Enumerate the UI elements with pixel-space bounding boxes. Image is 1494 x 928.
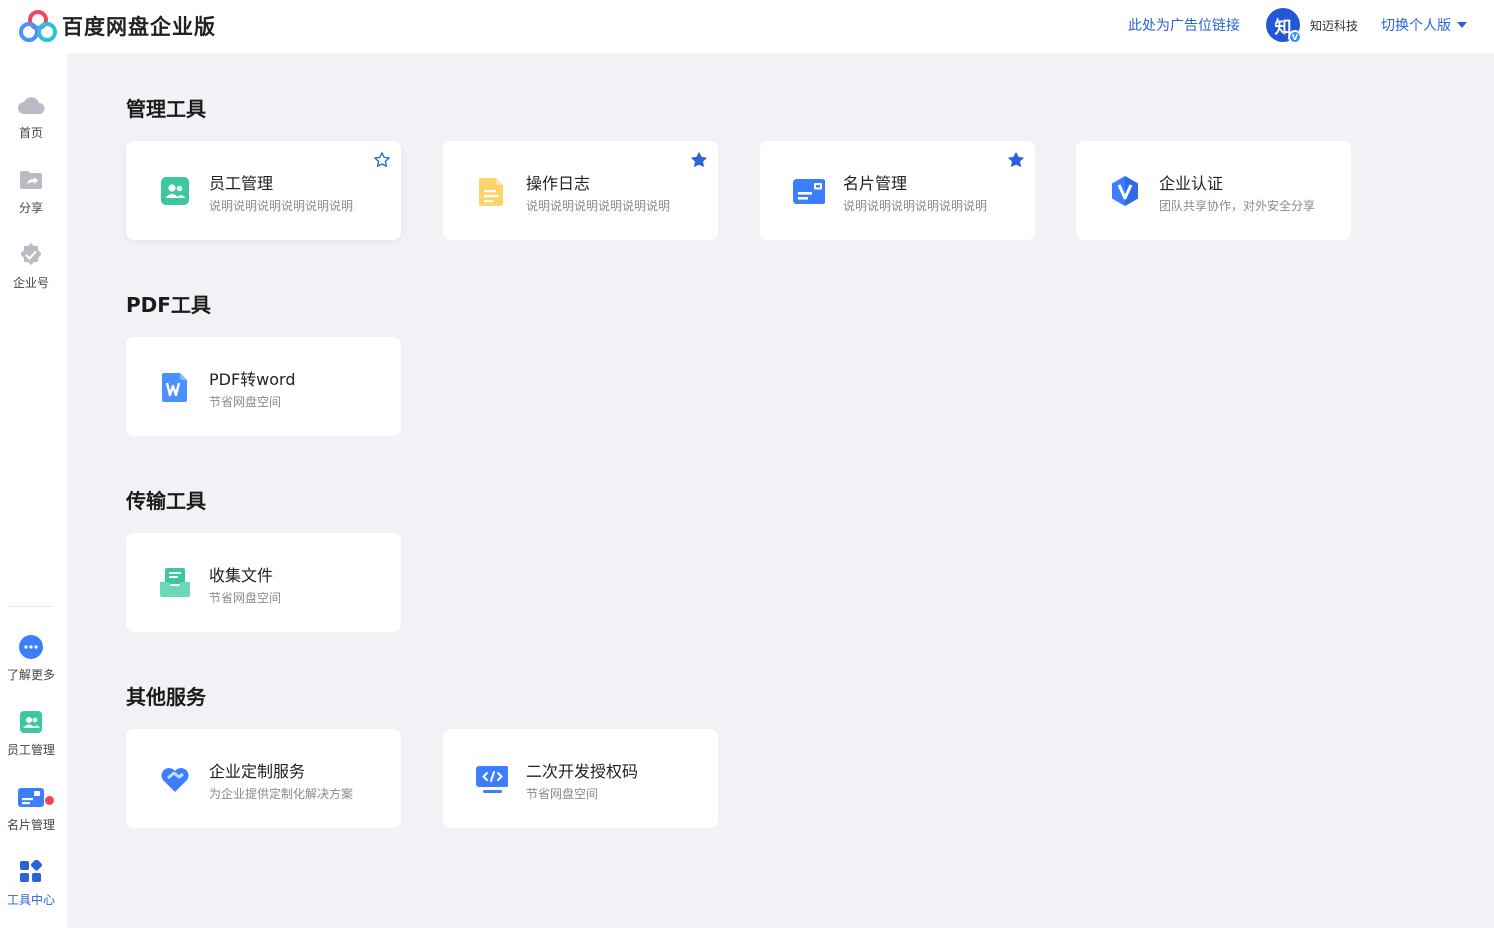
sidebar-item-label: 首页 <box>18 126 43 140</box>
top-header: 百度网盘企业版 此处为广告位链接 知 V 知迈科技 切换个人版 <box>0 0 1494 53</box>
notification-dot <box>45 796 54 805</box>
card-icon <box>17 783 45 811</box>
card-name: 名片管理 <box>843 174 908 193</box>
cloud-icon <box>17 91 45 119</box>
sidebar-item-label: 分享 <box>18 201 43 215</box>
star-outline-icon[interactable] <box>373 151 391 169</box>
verified-badge-icon <box>17 241 45 269</box>
company-name[interactable]: 知迈科技 <box>1310 17 1358 34</box>
word-icon <box>159 371 191 403</box>
card-enterprise-verification[interactable]: 企业认证 团队共享协作，对外安全分享 <box>1076 141 1351 240</box>
card-desc: 节省网盘空间 <box>209 395 282 409</box>
staff-icon <box>17 708 45 736</box>
sidebar-item-label: 工具中心 <box>6 893 55 907</box>
sidebar-item-label: 企业号 <box>12 276 49 290</box>
card-name: 企业定制服务 <box>209 762 306 781</box>
apps-grid-icon <box>17 858 45 886</box>
star-filled-icon[interactable] <box>690 151 708 169</box>
card-business-card-management[interactable]: 名片管理 说明说明说明说明说明说明 <box>760 141 1035 240</box>
document-icon <box>476 175 508 207</box>
card-collect-files[interactable]: 收集文件 节省网盘空间 <box>126 533 401 632</box>
sidebar-item-card[interactable]: 名片管理 <box>0 783 62 833</box>
card-desc: 节省网盘空间 <box>209 591 282 605</box>
card-name: 操作日志 <box>526 174 591 193</box>
section-title-other: 其他服务 <box>126 685 206 709</box>
baidu-cloud-logo-icon <box>18 9 58 43</box>
sidebar-item-label: 名片管理 <box>6 818 55 832</box>
card-name: 企业认证 <box>1159 174 1224 193</box>
card-desc: 说明说明说明说明说明说明 <box>843 199 988 213</box>
code-monitor-icon <box>476 763 509 795</box>
card-custom-service[interactable]: 企业定制服务 为企业提供定制化解决方案 <box>126 729 401 828</box>
star-filled-icon[interactable] <box>1007 151 1025 169</box>
heart-handshake-icon <box>159 763 191 795</box>
switch-label: 切换个人版 <box>1381 18 1451 34</box>
section-title-transfer: 传输工具 <box>126 489 206 513</box>
more-chat-icon <box>17 633 45 661</box>
card-name: 二次开发授权码 <box>526 762 639 781</box>
card-desc: 说明说明说明说明说明说明 <box>209 199 354 213</box>
sidebar-item-learn-more[interactable]: 了解更多 <box>0 633 62 683</box>
section-title-pdf: PDF工具 <box>126 293 211 317</box>
inbox-icon <box>159 567 191 599</box>
share-folder-icon <box>17 166 45 194</box>
sidebar-item-label: 了解更多 <box>6 668 55 682</box>
card-desc: 说明说明说明说明说明说明 <box>526 199 671 213</box>
sidebar-item-tool-center[interactable]: 工具中心 <box>0 858 62 908</box>
app-logo[interactable]: 百度网盘企业版 <box>18 9 216 43</box>
card-desc: 团队共享协作，对外安全分享 <box>1159 199 1316 213</box>
card-name: 员工管理 <box>209 174 274 193</box>
sidebar-item-label: 员工管理 <box>6 743 55 757</box>
staff-icon <box>159 175 191 207</box>
card-desc: 节省网盘空间 <box>526 787 599 801</box>
sidebar-item-enterprise[interactable]: 企业号 <box>0 241 62 291</box>
card-icon <box>793 175 826 207</box>
sidebar-item-staff[interactable]: 员工管理 <box>0 708 62 758</box>
card-name: 收集文件 <box>209 566 274 585</box>
section-title-management: 管理工具 <box>126 97 206 121</box>
card-pdf-to-word[interactable]: PDF转word 节省网盘空间 <box>126 337 401 436</box>
sidebar-divider <box>8 606 53 607</box>
sidebar-item-home[interactable]: 首页 <box>0 91 62 141</box>
app-title: 百度网盘企业版 <box>62 15 216 39</box>
ad-link[interactable]: 此处为广告位链接 <box>1128 15 1240 35</box>
switch-personal-button[interactable]: 切换个人版 <box>1381 15 1467 35</box>
verify-v-icon <box>1109 175 1141 207</box>
caret-down-icon <box>1457 22 1467 28</box>
card-dev-license[interactable]: 二次开发授权码 节省网盘空间 <box>443 729 718 828</box>
verified-badge-icon: V <box>1288 30 1302 44</box>
avatar[interactable]: 知 V <box>1266 8 1302 44</box>
card-name: PDF转word <box>209 370 296 389</box>
card-staff-management[interactable]: 员工管理 说明说明说明说明说明说明 <box>126 141 401 240</box>
sidebar-item-share[interactable]: 分享 <box>0 166 62 216</box>
card-operation-log[interactable]: 操作日志 说明说明说明说明说明说明 <box>443 141 718 240</box>
card-desc: 为企业提供定制化解决方案 <box>209 787 354 801</box>
sidebar: 首页 分享 企业号 了解更多 员工管理 名片管理 工具中心 <box>0 53 67 928</box>
